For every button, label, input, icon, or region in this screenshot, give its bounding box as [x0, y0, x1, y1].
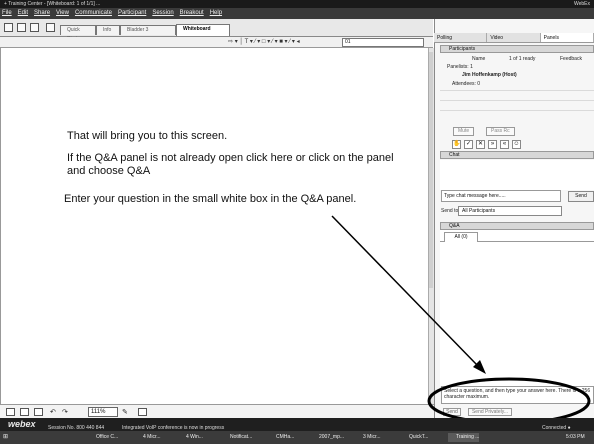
taskbar-item[interactable]: CMHa...: [268, 433, 294, 442]
pointer-arrow-line: [331, 215, 479, 367]
taskbar-item[interactable]: QuickT...: [401, 433, 428, 442]
taskbar-clock: 5:03 PM: [566, 434, 585, 440]
taskbar-item[interactable]: 3 Micr...: [355, 433, 381, 442]
taskbar-item[interactable]: Notificat...: [222, 433, 252, 442]
highlight-ellipse: [427, 377, 591, 425]
taskbar-item-active[interactable]: Training ...: [448, 433, 480, 442]
windows-taskbar: ⊞ Office C... 4 Micr... 4 Win... Notific…: [0, 431, 594, 444]
webex-logo: webex: [8, 419, 36, 429]
taskbar-item[interactable]: Office C...: [88, 433, 118, 442]
start-button-icon[interactable]: ⊞: [0, 433, 30, 442]
status-bar: webex Session No. 800 440 844 Integrated…: [0, 418, 594, 431]
taskbar-item[interactable]: 4 Micr...: [135, 433, 161, 442]
taskbar-item[interactable]: 2007_mp...: [311, 433, 344, 442]
taskbar-item[interactable]: 4 Win...: [178, 433, 203, 442]
annotation-overlay: [331, 215, 591, 425]
